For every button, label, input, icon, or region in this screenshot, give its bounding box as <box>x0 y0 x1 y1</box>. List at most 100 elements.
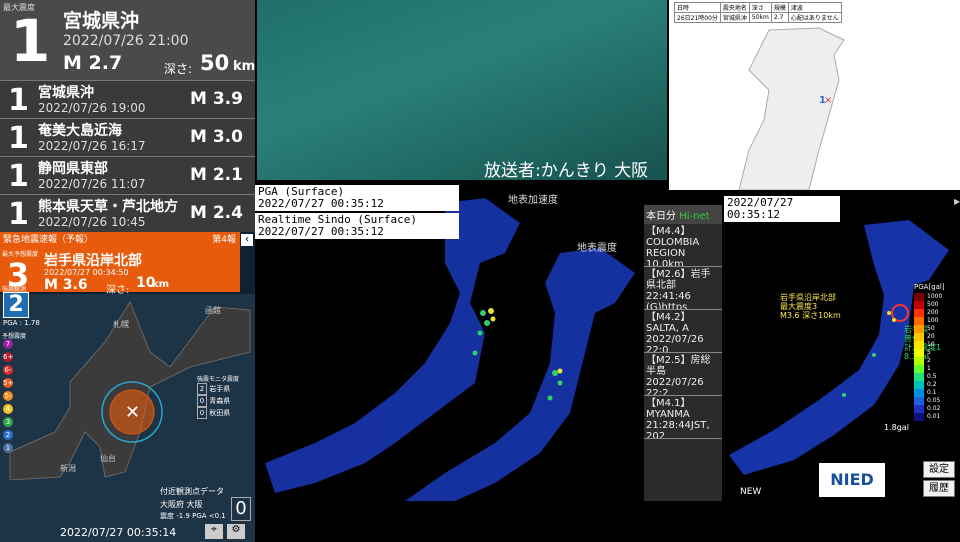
eew-panel: 緊急地震速報（予報） 第4報 ‹ 最大予想震度 3 岩手県沿岸北部 2022/0… <box>0 232 255 542</box>
quake-history-row[interactable]: 1 熊本県天草・芦北地方 2022/07/26 10:45 M 2.4 <box>0 195 255 233</box>
monitor-legend: 強震モニタ震度 2 岩手県 0 青森県 0 秋田県 <box>197 374 253 419</box>
quake-history-row[interactable]: 1 静岡県東部 2022/07/26 11:07 M 2.1 <box>0 157 255 195</box>
legend-row: 1 <box>914 365 958 373</box>
legend-row: 1000 <box>914 293 958 301</box>
legend-title: PGA[gal] <box>914 283 945 291</box>
news-header-extra: Hi-net <box>679 211 710 222</box>
news-item[interactable]: 【M2.5】房総半島 2022/07/26 22:2 https://t.co/… <box>644 353 722 396</box>
intensity-scale-chip: 4 <box>3 404 13 414</box>
legend-swatch <box>914 357 924 365</box>
legend-value: 50 <box>927 325 935 332</box>
legend-row: 50 <box>914 325 958 333</box>
legend-value: 500 <box>927 301 939 308</box>
history-intensity: 1 <box>8 121 29 156</box>
settings-button[interactable]: ⚙ <box>227 524 245 539</box>
monitor-pref: 秋田県 <box>209 409 231 417</box>
nearby-title: 付近観測点データ <box>160 487 224 496</box>
history-intensity: 1 <box>8 159 29 194</box>
legend-value: 100 <box>927 317 939 324</box>
news-item[interactable]: 【M2.6】岩手県北部 22:41:46 (G)https (Y)https:/… <box>644 267 722 310</box>
quake-history-row[interactable]: 1 宮城県沖 2022/07/26 19:00 M 3.9 <box>0 81 255 119</box>
history-button[interactable]: 履歴 <box>923 480 955 497</box>
new-label: NEW <box>740 487 762 497</box>
quake-history-row[interactable]: 1 奄美大島近海 2022/07/26 16:17 M 3.0 <box>0 119 255 157</box>
nearby-values: 震度 -1.9 PGA <0.1 <box>160 512 226 520</box>
gear-icon: ⚙ <box>231 524 241 535</box>
nearby-intensity: 0 <box>231 497 251 521</box>
history-magnitude: M 3.9 <box>190 89 243 109</box>
legend-value: 2 <box>927 357 931 364</box>
legend-swatch <box>914 301 924 309</box>
intensity-scale-chip: 3 <box>3 417 13 427</box>
intensity-scale-chip: 7 <box>3 339 13 349</box>
nied-callout: 岩手県沿岸北部 最大震度3 M3.6 深さ10km <box>780 293 841 320</box>
news-item[interactable]: 【M4.4】COLOMBIA REGION 10.0km JST[UTC+9] … <box>644 224 722 267</box>
live-camera-feed <box>257 0 667 180</box>
crosshair-icon: ⌖ <box>211 524 217 535</box>
sindo-time: 2022/07/27 00:35:12 <box>258 225 384 238</box>
legend-value: 200 <box>927 309 939 316</box>
pga-value: PGA : 1.78 <box>3 319 40 327</box>
broadcaster-caption: 放送者:かんきり 大阪 <box>484 161 649 181</box>
legend-row: 10 <box>914 341 958 349</box>
callout-place: 岩手県沿岸北部 <box>780 293 836 302</box>
news-item[interactable]: 【M4.1】MYANMA 21:28:44JST, 202 (G)https:/… <box>644 396 722 439</box>
settings-button-nied[interactable]: 設定 <box>923 461 955 478</box>
monitor-value: 0 <box>197 395 207 407</box>
map-label-sapporo: 札幌 <box>113 320 129 329</box>
quake-list-panel: 最大震度 1 宮城県沖 2022/07/26 21:00 M 2.7 深さ: 5… <box>0 0 255 233</box>
news-feed[interactable]: 本日分 Hi-net 【M4.4】COLOMBIA REGION 10.0km … <box>644 205 722 501</box>
legend-value: 10 <box>927 341 935 348</box>
menu-caret-icon[interactable]: ▶ <box>954 197 960 206</box>
legend-row: 5 <box>914 349 958 357</box>
eew-map[interactable]: ✕ 2 強震観測 PGA : 1.78 予想震度 7 6+ 6- 5+ 5- 4 3 2 1 札… <box>0 286 255 542</box>
callout-max: 最大震度3 <box>780 302 818 311</box>
clock: 2022/07/27 00:35:14 <box>60 526 177 539</box>
observed-label: 強震観測 <box>2 286 27 293</box>
nied-map-panel: 2022/07/27 00:35:12 ▶ 岩手県沿岸北部 最大震度3 M3.6… <box>724 195 960 505</box>
legend-value: 0.1 <box>927 389 937 396</box>
legend-row: 500 <box>914 301 958 309</box>
legend-swatch <box>914 325 924 333</box>
intensity-scale-chip: 5- <box>3 391 13 401</box>
legend-row: 100 <box>914 317 958 325</box>
legend-swatch <box>914 293 924 301</box>
intensity-scale-chip: 1 <box>3 443 13 453</box>
pga-map-panel: PGA (Surface) 2022/07/27 00:35:12 Realti… <box>255 183 642 503</box>
legend-swatch <box>914 333 924 341</box>
sindo-title-box: Realtime Sindo (Surface) 2022/07/27 00:3… <box>255 213 459 239</box>
legend-value: 20 <box>927 333 935 340</box>
legend-value: 0.01 <box>927 413 941 420</box>
intensity-scale-chip: 2 <box>3 430 13 440</box>
legend-row: 0.05 <box>914 397 958 405</box>
history-place: 奄美大島近海 <box>38 123 122 139</box>
legend-value: 5 <box>927 349 931 356</box>
legend-swatch <box>914 309 924 317</box>
pga-legend: 1000 500 200 100 50 20 10 5 2 1 0.5 0.2 0.1 0.05 0.02 0… <box>914 293 958 421</box>
legend-row: 20 <box>914 333 958 341</box>
legend-swatch <box>914 341 924 349</box>
nied-time-box: 2022/07/27 00:35:12 <box>724 196 840 222</box>
legend-swatch <box>914 349 924 357</box>
monitor-title: 強震モニタ震度 <box>197 376 240 383</box>
location-button[interactable]: ⌖ <box>205 524 223 539</box>
label-accel: 地表加速度 <box>508 195 558 206</box>
latest-quake-card[interactable]: 最大震度 1 宮城県沖 2022/07/26 21:00 M 2.7 深さ: 5… <box>0 0 255 81</box>
legend-swatch <box>914 397 924 405</box>
news-item[interactable]: 【M4.2】SALTA, A 2022/07/26 22:0 13:09:14U… <box>644 310 722 353</box>
map-label-sendai: 仙台 <box>100 454 116 463</box>
history-magnitude: M 2.4 <box>190 203 243 223</box>
pga-time: 2022/07/27 00:35:12 <box>258 197 384 210</box>
history-magnitude: M 2.1 <box>190 165 243 185</box>
legend-swatch <box>914 405 924 413</box>
history-place: 静岡県東部 <box>38 161 108 177</box>
legend-row: 0.1 <box>914 389 958 397</box>
depth-label: 深さ: <box>164 62 193 76</box>
monitor-value: 0 <box>197 407 207 419</box>
svg-text:×: × <box>824 95 832 106</box>
legend-row: 0.2 <box>914 381 958 389</box>
news-header: 本日分 Hi-net <box>644 205 722 224</box>
legend-value: 1000 <box>927 293 943 300</box>
monitor-value: 2 <box>197 383 207 395</box>
legend-row: 0.5 <box>914 373 958 381</box>
